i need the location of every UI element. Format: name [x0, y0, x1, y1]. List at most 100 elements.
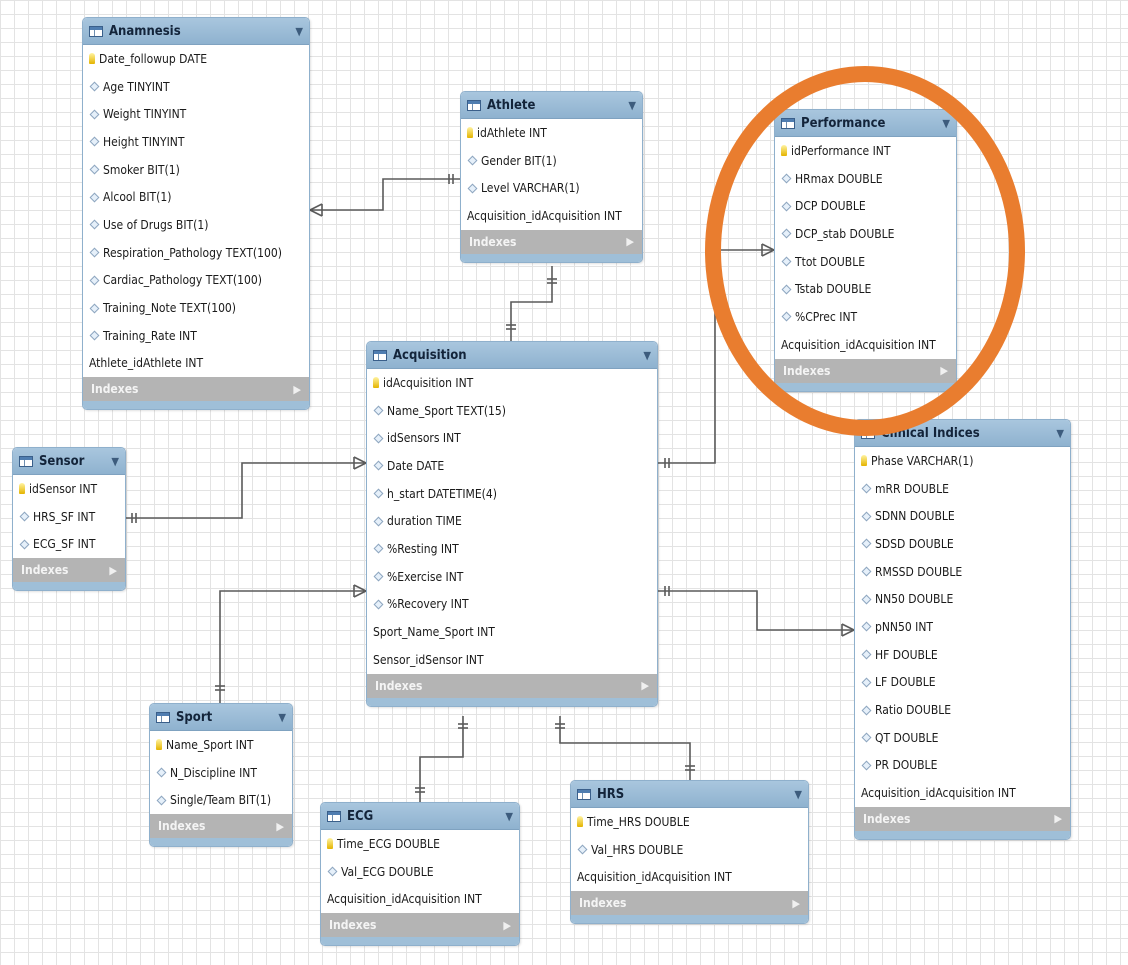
column-row[interactable]: NN50 DOUBLE — [855, 585, 1070, 613]
column-row[interactable]: pNN50 INT — [855, 613, 1070, 641]
column-row[interactable]: idSensors INT — [367, 424, 657, 452]
column-row[interactable]: mRR DOUBLE — [855, 475, 1070, 503]
collapse-arrow-icon[interactable]: ▼ — [278, 711, 286, 724]
column-row[interactable]: Tstab DOUBLE — [775, 275, 956, 303]
column-row[interactable]: HRS_SF INT — [13, 503, 125, 531]
expand-arrow-icon[interactable]: ▶ — [940, 364, 948, 377]
table-header[interactable]: Clinical Indices ▼ — [855, 420, 1070, 447]
column-row[interactable]: Age TINYINT — [83, 73, 309, 101]
column-row[interactable]: idSensor INT — [13, 475, 125, 503]
table-athlete[interactable]: Athlete ▼ idAthlete INT Gender BIT(1) Leve… — [460, 91, 643, 263]
collapse-arrow-icon[interactable]: ▼ — [628, 99, 636, 112]
expand-arrow-icon[interactable]: ▶ — [109, 564, 117, 577]
column-row[interactable]: Single/Team BIT(1) — [150, 786, 292, 814]
column-row[interactable]: Level VARCHAR(1) — [461, 174, 642, 202]
column-row[interactable]: Sport_Name_Sport INT — [367, 618, 657, 646]
column-row[interactable]: Respiration_Pathology TEXT(100) — [83, 239, 309, 267]
column-row[interactable]: Alcool BIT(1) — [83, 183, 309, 211]
column-row[interactable]: RMSSD DOUBLE — [855, 558, 1070, 586]
collapse-arrow-icon[interactable]: ▼ — [942, 117, 950, 130]
column-row[interactable]: %Exercise INT — [367, 563, 657, 591]
column-row[interactable]: Val_HRS DOUBLE — [571, 836, 808, 864]
column-row[interactable]: Ttot DOUBLE — [775, 248, 956, 276]
column-row[interactable]: Use of Drugs BIT(1) — [83, 211, 309, 239]
column-row[interactable]: N_Discipline INT — [150, 759, 292, 787]
column-row[interactable]: idPerformance INT — [775, 137, 956, 165]
expand-arrow-icon[interactable]: ▶ — [276, 820, 284, 833]
column-row[interactable]: Date DATE — [367, 452, 657, 480]
column-row[interactable]: Val_ECG DOUBLE — [321, 858, 519, 886]
column-row[interactable]: duration TIME — [367, 507, 657, 535]
expand-arrow-icon[interactable]: ▶ — [641, 679, 649, 692]
table-anamnesis[interactable]: Anamnesis ▼ Date_followup DATE Age TINYIN… — [82, 17, 310, 411]
table-header[interactable]: Sensor ▼ — [13, 448, 125, 475]
column-row[interactable]: Gender BIT(1) — [461, 147, 642, 175]
column-row[interactable]: Time_ECG DOUBLE — [321, 830, 519, 858]
column-row[interactable]: idAcquisition INT — [367, 369, 657, 397]
column-row[interactable]: Sensor_idSensor INT — [367, 646, 657, 674]
column-row[interactable]: Cardiac_Pathology TEXT(100) — [83, 267, 309, 295]
collapse-arrow-icon[interactable]: ▼ — [111, 455, 119, 468]
table-ecg[interactable]: ECG ▼ Time_ECG DOUBLE Val_ECG DOUBLE Acqui… — [320, 802, 520, 947]
expand-arrow-icon[interactable]: ▶ — [503, 919, 511, 932]
table-performance[interactable]: Performance ▼ idPerformance INT HRmax DOU… — [774, 109, 957, 392]
collapse-arrow-icon[interactable]: ▼ — [643, 349, 651, 362]
column-row[interactable]: h_start DATETIME(4) — [367, 480, 657, 508]
table-header[interactable]: Anamnesis ▼ — [83, 18, 309, 45]
expand-arrow-icon[interactable]: ▶ — [293, 383, 301, 396]
indexes-bar[interactable]: Indexes ▶ — [13, 558, 125, 583]
column-row[interactable]: Acquisition_idAcquisition INT — [855, 779, 1070, 807]
collapse-arrow-icon[interactable]: ▼ — [794, 788, 802, 801]
column-row[interactable]: Acquisition_idAcquisition INT — [775, 331, 956, 359]
expand-arrow-icon[interactable]: ▶ — [626, 235, 634, 248]
table-header[interactable]: Athlete ▼ — [461, 92, 642, 119]
indexes-bar[interactable]: Indexes ▶ — [775, 358, 956, 383]
column-row[interactable]: Name_Sport TEXT(15) — [367, 397, 657, 425]
column-row[interactable]: SDNN DOUBLE — [855, 502, 1070, 530]
column-row[interactable]: %Resting INT — [367, 535, 657, 563]
column-row[interactable]: HF DOUBLE — [855, 641, 1070, 669]
indexes-bar[interactable]: Indexes ▶ — [83, 377, 309, 402]
column-row[interactable]: Weight TINYINT — [83, 100, 309, 128]
table-sensor[interactable]: Sensor ▼ idSensor INT HRS_SF INT ECG_SF IN… — [12, 447, 126, 592]
collapse-arrow-icon[interactable]: ▼ — [295, 25, 303, 38]
column-row[interactable]: Smoker BIT(1) — [83, 156, 309, 184]
column-row[interactable]: Acquisition_idAcquisition INT — [321, 885, 519, 913]
indexes-bar[interactable]: Indexes ▶ — [321, 913, 519, 938]
table-header[interactable]: ECG ▼ — [321, 803, 519, 830]
column-row[interactable]: %Recovery INT — [367, 591, 657, 619]
column-row[interactable]: Height TINYINT — [83, 128, 309, 156]
column-row[interactable]: Ratio DOUBLE — [855, 696, 1070, 724]
indexes-bar[interactable]: Indexes ▶ — [367, 673, 657, 698]
indexes-bar[interactable]: Indexes ▶ — [571, 891, 808, 916]
column-row[interactable]: Training_Rate INT — [83, 322, 309, 350]
expand-arrow-icon[interactable]: ▶ — [792, 897, 800, 910]
column-row[interactable]: Time_HRS DOUBLE — [571, 808, 808, 836]
table-header[interactable]: Sport ▼ — [150, 704, 292, 731]
column-row[interactable]: Phase VARCHAR(1) — [855, 447, 1070, 475]
indexes-bar[interactable]: Indexes ▶ — [855, 806, 1070, 831]
column-row[interactable]: HRmax DOUBLE — [775, 165, 956, 193]
expand-arrow-icon[interactable]: ▶ — [1054, 812, 1062, 825]
column-row[interactable]: QT DOUBLE — [855, 724, 1070, 752]
column-row[interactable]: Training_Note TEXT(100) — [83, 294, 309, 322]
table-acquisition[interactable]: Acquisition ▼ idAcquisition INT Name_Spor… — [366, 341, 658, 707]
table-header[interactable]: Acquisition ▼ — [367, 342, 657, 369]
table-clinical-indices[interactable]: Clinical Indices ▼ Phase VARCHAR(1) mRR D… — [854, 419, 1071, 840]
column-row[interactable]: %CPrec INT — [775, 303, 956, 331]
column-row[interactable]: Acquisition_idAcquisition INT — [571, 863, 808, 891]
column-row[interactable]: PR DOUBLE — [855, 752, 1070, 780]
table-sport[interactable]: Sport ▼ Name_Sport INT N_Discipline INT Si… — [149, 703, 293, 848]
column-row[interactable]: Athlete_idAthlete INT — [83, 350, 309, 378]
column-row[interactable]: idAthlete INT — [461, 119, 642, 147]
table-header[interactable]: Performance ▼ — [775, 110, 956, 137]
collapse-arrow-icon[interactable]: ▼ — [1056, 427, 1064, 440]
collapse-arrow-icon[interactable]: ▼ — [505, 810, 513, 823]
table-hrs[interactable]: HRS ▼ Time_HRS DOUBLE Val_HRS DOUBLE Acqui… — [570, 780, 809, 925]
indexes-bar[interactable]: Indexes ▶ — [150, 814, 292, 839]
column-row[interactable]: Name_Sport INT — [150, 731, 292, 759]
column-row[interactable]: LF DOUBLE — [855, 669, 1070, 697]
column-row[interactable]: DCP_stab DOUBLE — [775, 220, 956, 248]
column-row[interactable]: Acquisition_idAcquisition INT — [461, 202, 642, 230]
indexes-bar[interactable]: Indexes ▶ — [461, 229, 642, 254]
